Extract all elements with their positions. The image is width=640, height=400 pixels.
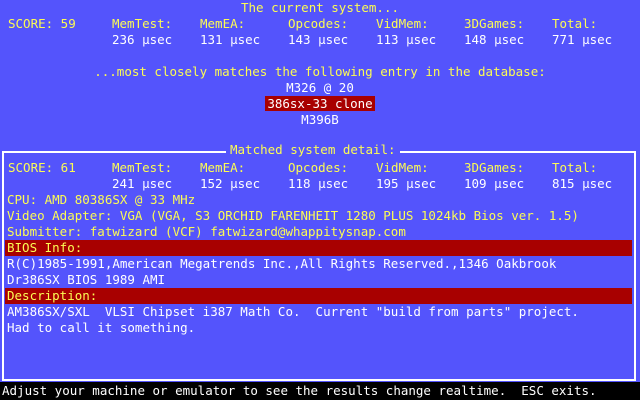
detail-memea-value: 152 μsec (200, 176, 261, 191)
current-total-header: Total: (552, 16, 598, 31)
current-3dgames-value: 148 μsec (464, 32, 525, 47)
current-memea-value: 131 μsec (200, 32, 261, 47)
current-3dgames-header: 3DGames: (464, 16, 525, 31)
current-system-title: The current system... (240, 0, 400, 15)
detail-3dgames-header: 3DGames: (464, 160, 525, 175)
detail-total-value: 815 μsec (552, 176, 613, 191)
match-heading: ...most closely matches the following en… (94, 64, 546, 79)
bios-info-label: BIOS Info: (5, 240, 632, 256)
current-score: SCORE: 59 (8, 16, 76, 31)
detail-values-row: 241 μsec 152 μsec 118 μsec 195 μsec 109 … (0, 176, 640, 192)
current-values-row: 236 μsec 131 μsec 143 μsec 113 μsec 148 … (0, 32, 640, 48)
detail-total-header: Total: (552, 160, 598, 175)
current-memtest-value: 236 μsec (112, 32, 173, 47)
detail-opcodes-header: Opcodes: (288, 160, 349, 175)
current-headers-row: SCORE: 59 MemTest: MemEA: Opcodes: VidMe… (0, 16, 640, 32)
submitter-info: Submitter: fatwizard (VCF) fatwizard@wha… (7, 224, 406, 239)
detail-vidmem-value: 195 μsec (376, 176, 437, 191)
current-memea-header: MemEA: (200, 16, 246, 31)
detail-score: SCORE: 61 (8, 160, 76, 175)
detail-3dgames-value: 109 μsec (464, 176, 525, 191)
selected-entry-label: 386sx-33 clone (265, 96, 375, 111)
matched-detail-title: Matched system detail: (226, 142, 400, 158)
description-line-2: Had to call it something. (7, 320, 196, 335)
database-entry-next[interactable]: M396B (0, 112, 640, 128)
current-vidmem-header: VidMem: (376, 16, 429, 31)
bios-line-1: R(C)1985-1991,American Megatrends Inc.,A… (7, 256, 557, 271)
detail-memea-header: MemEA: (200, 160, 246, 175)
database-entry-selected[interactable]: 386sx-33 clone (0, 96, 640, 112)
description-line-1: AM386SX/SXL VLSI Chipset i387 Math Co. C… (7, 304, 579, 319)
detail-opcodes-value: 118 μsec (288, 176, 349, 191)
current-total-value: 771 μsec (552, 32, 613, 47)
detail-memtest-value: 241 μsec (112, 176, 173, 191)
cpu-info: CPU: AMD 80386SX @ 33 MHz (7, 192, 196, 207)
database-entry-prev[interactable]: M326 @ 20 (0, 80, 640, 96)
current-opcodes-header: Opcodes: (288, 16, 349, 31)
bios-line-2: Dr386SX BIOS 1989 AMI (7, 272, 166, 287)
video-adapter-info: Video Adapter: VGA (VGA, S3 ORCHID FAREN… (7, 208, 579, 223)
detail-memtest-header: MemTest: (112, 160, 173, 175)
current-vidmem-value: 113 μsec (376, 32, 437, 47)
status-bar: Adjust your machine or emulator to see t… (0, 382, 640, 400)
current-opcodes-value: 143 μsec (288, 32, 349, 47)
description-label: Description: (5, 288, 632, 304)
current-memtest-header: MemTest: (112, 16, 173, 31)
detail-vidmem-header: VidMem: (376, 160, 429, 175)
detail-headers-row: SCORE: 61 MemTest: MemEA: Opcodes: VidMe… (0, 160, 640, 176)
